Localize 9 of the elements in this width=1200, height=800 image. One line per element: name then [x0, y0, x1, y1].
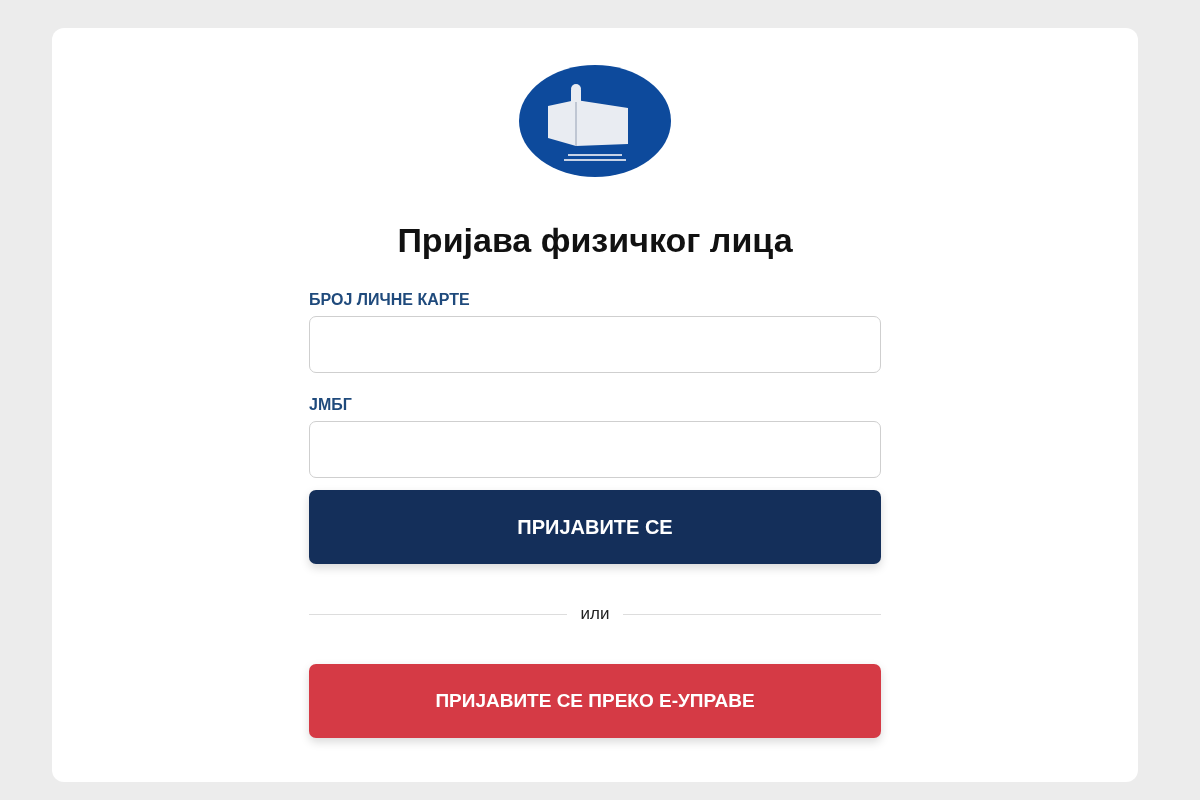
input-field[interactable] [309, 421, 881, 478]
input-field[interactable] [309, 316, 881, 373]
page-title: Пријава физичког лица [396, 220, 794, 260]
separator-text: или [580, 604, 610, 624]
field-label: БРОЈ ЛИЧНЕ КАРТЕ [309, 290, 470, 310]
login-button[interactable]: ПРИЈАВИТЕ СЕ [309, 490, 881, 564]
field-label: ЈМБГ [309, 395, 352, 415]
building-logo-icon [518, 64, 672, 178]
e-government-login-button[interactable]: ПРИЈАВИТЕ СЕ ПРЕКО Е-УПРАВЕ [309, 664, 881, 738]
